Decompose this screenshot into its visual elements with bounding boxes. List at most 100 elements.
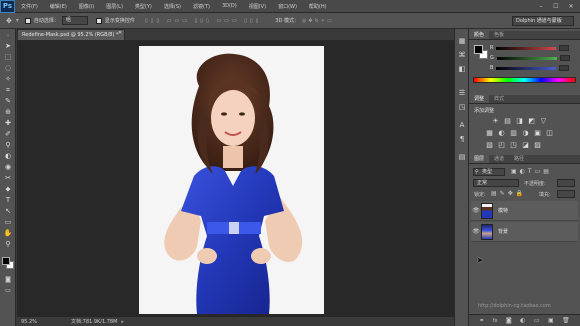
gradient-tool-icon[interactable]: ◉: [3, 163, 13, 172]
quick-select-tool-icon[interactable]: ✧: [3, 75, 13, 84]
menu-file[interactable]: 文件(F): [15, 3, 44, 10]
menu-3d[interactable]: 3D(D): [216, 3, 243, 9]
actions-panel-icon[interactable]: ⌘: [457, 51, 467, 60]
menu-filter[interactable]: 滤镜(T): [187, 3, 216, 10]
collapse-toolbox-icon[interactable]: »: [3, 32, 13, 41]
rectangle-tool-icon[interactable]: ▭: [3, 218, 13, 227]
layer-name-background[interactable]: 背景: [498, 228, 508, 235]
eyedropper-tool-icon[interactable]: ✎: [3, 97, 13, 106]
color-fg-swatch[interactable]: [474, 45, 483, 54]
green-value-field[interactable]: [559, 55, 570, 61]
healing-brush-tool-icon[interactable]: ⊕: [3, 108, 13, 117]
green-slider[interactable]: G: [490, 55, 570, 61]
brush-tool-icon[interactable]: ✚: [3, 119, 13, 128]
auto-select-checkbox[interactable]: [24, 17, 31, 24]
menu-window[interactable]: 窗口(W): [272, 3, 303, 10]
levels-adjustment-icon[interactable]: ▤: [503, 117, 512, 125]
move-tool-icon[interactable]: ➤: [3, 42, 13, 51]
layer-row-background[interactable]: 👁 背景: [471, 222, 578, 242]
threshold-adjustment-icon[interactable]: ◳: [509, 141, 518, 149]
layer-row-model[interactable]: 👁 模特: [471, 201, 578, 221]
photoshop-logo[interactable]: Ps: [0, 0, 15, 13]
show-transform-checkbox[interactable]: [95, 17, 102, 24]
history-brush-tool-icon[interactable]: ⚲: [3, 141, 13, 150]
green-slider-track[interactable]: [496, 56, 557, 60]
history-panel-icon[interactable]: ▦: [457, 37, 467, 46]
blue-slider-track[interactable]: [496, 66, 557, 70]
invert-adjustment-icon[interactable]: ▧: [485, 141, 494, 149]
dodge-tool-icon[interactable]: ⬥: [3, 185, 13, 194]
vibrance-adjustment-icon[interactable]: ▽: [539, 117, 548, 125]
black-white-adjustment-icon[interactable]: ▥: [509, 129, 518, 137]
hue-saturation-adjustment-icon[interactable]: ▦: [485, 129, 494, 137]
status-menu-icon[interactable]: ▸: [121, 319, 124, 325]
visibility-eye-icon[interactable]: 👁: [471, 228, 481, 235]
auto-select-dropdown[interactable]: 组: [61, 16, 88, 25]
tab-channels[interactable]: 通道: [489, 155, 509, 163]
layer-style-icon[interactable]: fx: [493, 318, 498, 324]
info-panel-icon[interactable]: ☰: [457, 89, 467, 98]
screen-mode-icon[interactable]: ▭: [3, 286, 13, 295]
lock-icons[interactable]: ▤✎✥🔒: [491, 190, 526, 197]
3d-mode-icons[interactable]: ◎✥↻✧▭: [302, 18, 334, 24]
layer-comps-panel-icon[interactable]: ▤: [457, 153, 467, 162]
marquee-tool-icon[interactable]: ⬚: [3, 53, 13, 62]
maximize-button[interactable]: ☐: [551, 2, 561, 11]
menu-help[interactable]: 帮助(H): [303, 3, 333, 10]
eraser-tool-icon[interactable]: ◐: [3, 152, 13, 161]
tab-paths[interactable]: 路径: [509, 155, 529, 163]
menu-edit[interactable]: 编辑(E): [44, 3, 73, 10]
foreground-color-swatch[interactable]: [2, 257, 10, 265]
menu-layer[interactable]: 图层(L): [100, 3, 129, 10]
move-tool-icon[interactable]: ✥: [6, 17, 12, 25]
document-tab[interactable]: Redefine-Mask.psd @ 95.2% (RGB/8) *: [17, 29, 125, 40]
gradient-map-adjustment-icon[interactable]: ◪: [521, 141, 530, 149]
layer-name-model[interactable]: 模特: [498, 207, 508, 214]
color-balance-adjustment-icon[interactable]: ◐: [497, 129, 506, 137]
character-panel-icon[interactable]: A: [457, 121, 467, 130]
tab-layers[interactable]: 图层: [469, 155, 490, 163]
link-layers-icon[interactable]: ⚭: [479, 317, 484, 324]
selective-color-adjustment-icon[interactable]: ▨: [533, 141, 542, 149]
visibility-eye-icon[interactable]: 👁: [471, 207, 481, 214]
exposure-adjustment-icon[interactable]: ◩: [527, 117, 536, 125]
blue-slider[interactable]: B: [490, 65, 570, 71]
add-mask-icon[interactable]: ◙: [506, 317, 512, 324]
blue-value-field[interactable]: [559, 65, 570, 71]
red-value-field[interactable]: [559, 45, 570, 51]
new-layer-icon[interactable]: ▣: [548, 317, 554, 324]
hand-tool-icon[interactable]: ✋: [3, 229, 13, 238]
close-button[interactable]: ✕: [566, 2, 576, 11]
minimize-button[interactable]: –: [536, 2, 546, 11]
blend-mode-dropdown[interactable]: 正常: [473, 179, 519, 187]
tab-color[interactable]: 颜色: [469, 31, 490, 39]
chevron-down-icon[interactable]: ▾: [16, 17, 19, 24]
color-lookup-adjustment-icon[interactable]: ◫: [545, 129, 554, 137]
type-tool-icon[interactable]: T: [3, 196, 13, 205]
clone-stamp-tool-icon[interactable]: ✐: [3, 130, 13, 139]
red-slider-track[interactable]: [496, 46, 557, 50]
paragraph-panel-icon[interactable]: ¶: [457, 135, 467, 144]
menu-type[interactable]: 类型(Y): [129, 3, 158, 10]
posterize-adjustment-icon[interactable]: ◰: [497, 141, 506, 149]
workspace-dropdown[interactable]: Dolphin 通道与蒙版: [512, 16, 574, 26]
brush-panel-icon[interactable]: ◳: [457, 103, 467, 112]
brightness-adjustment-icon[interactable]: ☀: [491, 117, 500, 125]
menu-view[interactable]: 视图(V): [243, 3, 272, 10]
red-slider[interactable]: R: [490, 45, 570, 51]
new-adjustment-layer-icon[interactable]: ◐: [520, 317, 525, 324]
lasso-tool-icon[interactable]: ◌: [3, 64, 13, 73]
opacity-field[interactable]: [557, 179, 575, 187]
crop-tool-icon[interactable]: ⌗: [3, 86, 13, 95]
menu-image[interactable]: 图像(I): [73, 3, 100, 10]
tab-swatches[interactable]: 色板: [489, 31, 509, 39]
channel-mixer-adjustment-icon[interactable]: ▣: [533, 129, 542, 137]
layer-filter-icons[interactable]: ▣◐T▭▤: [511, 168, 552, 175]
color-spectrum-ramp[interactable]: [473, 77, 576, 83]
zoom-tool-icon[interactable]: ⚲: [3, 240, 13, 249]
blur-tool-icon[interactable]: ✂: [3, 174, 13, 183]
curves-adjustment-icon[interactable]: ◨: [515, 117, 524, 125]
tab-adjustments[interactable]: 调整: [469, 95, 490, 103]
new-group-icon[interactable]: ▭: [534, 317, 540, 324]
path-select-tool-icon[interactable]: ↖: [3, 207, 13, 216]
